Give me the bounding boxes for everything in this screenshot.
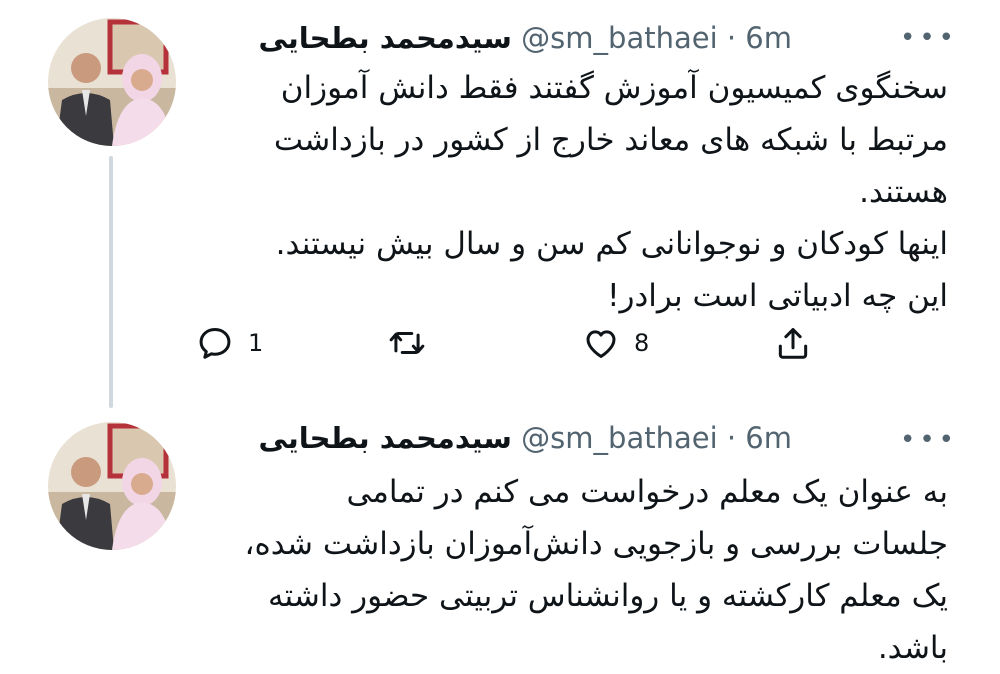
display-name[interactable]: سیدمحمد بطحایی: [259, 421, 512, 455]
avatar-photo: [48, 422, 176, 550]
timestamp[interactable]: 6m: [745, 421, 792, 455]
handle[interactable]: @sm_bathaei: [521, 21, 717, 55]
more-icon[interactable]: •••: [900, 427, 954, 453]
reply-icon: [199, 328, 231, 359]
reply-count: 1: [248, 329, 264, 357]
avatar-photo: [48, 18, 176, 146]
avatar[interactable]: [48, 422, 176, 550]
thread-connector-line: [109, 156, 113, 408]
retweet-button[interactable]: [388, 318, 426, 368]
tweet-1[interactable]: سیدمحمد بطحایی @sm_bathaei · 6m ••• سخنگ…: [0, 0, 1000, 410]
separator-dot: ·: [726, 421, 737, 455]
share-button[interactable]: [774, 318, 812, 368]
tweet-header: سیدمحمد بطحایی @sm_bathaei · 6m: [247, 416, 792, 460]
tweet-text: به عنوان یک معلم درخواست می کنم در تمامی…: [244, 474, 948, 666]
tweet-text: سخنگوی کمیسیون آموزش گفتند فقط دانش آموز…: [273, 70, 948, 314]
like-count: 8: [634, 329, 650, 357]
retweet-icon: [389, 331, 425, 355]
like-icon: [586, 330, 616, 358]
avatar[interactable]: [48, 18, 176, 146]
display-name[interactable]: سیدمحمد بطحایی: [259, 21, 512, 55]
tweet-2[interactable]: سیدمحمد بطحایی @sm_bathaei · 6m ••• به ع…: [0, 410, 1000, 674]
separator-dot: ·: [726, 21, 737, 55]
reply-button[interactable]: 1: [196, 318, 263, 368]
like-button[interactable]: 8: [582, 318, 649, 368]
tweet-actions: 1 8: [0, 318, 1000, 368]
more-icon[interactable]: •••: [900, 25, 954, 51]
tweet-header: سیدمحمد بطحایی @sm_bathaei · 6m: [247, 16, 792, 60]
share-icon: [778, 328, 808, 359]
timestamp[interactable]: 6m: [745, 21, 792, 55]
handle[interactable]: @sm_bathaei: [521, 421, 717, 455]
